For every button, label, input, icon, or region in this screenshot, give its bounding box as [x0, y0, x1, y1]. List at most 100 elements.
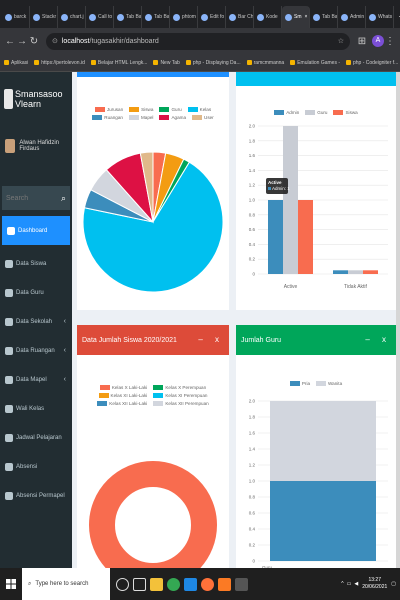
sidebar-item-data-sekolah[interactable]: Data Sekolah ‹ [0, 307, 72, 336]
legend-item[interactable]: Siswa [129, 107, 153, 112]
bookmark-item[interactable]: Aplikasi [4, 60, 28, 66]
guru-box-header: Jumlah Guru – x [236, 325, 396, 355]
taskbar-search[interactable]: ⌕ Type here to search [22, 568, 110, 600]
legend-item[interactable]: Kelas X Perempuan [153, 385, 206, 390]
browser-tab[interactable]: Tab Baru [310, 6, 338, 28]
vscode-icon[interactable] [184, 577, 197, 591]
y-tick-label: 1.4 [249, 168, 256, 173]
taskbar-search-input[interactable]: Type here to search [35, 581, 88, 587]
legend-item[interactable]: Pria [289, 381, 310, 386]
legend-item[interactable]: Admin [274, 110, 299, 115]
bar-guru-active[interactable] [283, 126, 298, 274]
legend-item[interactable]: Siswa [333, 110, 358, 115]
bar-wanita[interactable] [270, 401, 376, 481]
profile-avatar[interactable]: A [372, 35, 384, 47]
legend-item[interactable]: Kelas XII Laki-Laki [97, 401, 147, 406]
bar-guru-tidak-aktif[interactable] [348, 270, 363, 274]
chart-tooltip: ActiveAdmin: 1 [266, 178, 290, 194]
task-view-icon[interactable] [133, 577, 146, 591]
scrollbar[interactable] [396, 72, 400, 568]
sidebar-item-dashboard[interactable]: Dashboard [2, 216, 70, 245]
brand[interactable]: Smansasoo Vlearn [0, 72, 72, 126]
sidebar-item-absensi-permapel[interactable]: Absensi Permapel [0, 481, 72, 510]
sidebar-item-label: Absensi [16, 463, 38, 470]
windows-start-icon[interactable] [0, 568, 22, 600]
sidebar-item-data-mapel[interactable]: Data Mapel ‹ [0, 365, 72, 394]
browser-tab[interactable]: Tab Baru [142, 6, 170, 28]
sidebar-item-jadwal-pelajaran[interactable]: Jadwal Pelajaran [0, 423, 72, 452]
browser-tab[interactable]: Stackr [30, 6, 58, 28]
bar-admin-tidak-aktif[interactable] [333, 270, 348, 274]
app-icon[interactable] [235, 577, 248, 591]
legend-item[interactable]: Kelas XI Perempuan [153, 393, 207, 398]
firefox-icon[interactable] [201, 577, 214, 591]
legend-item[interactable]: Mapel [128, 115, 153, 120]
file-explorer-icon[interactable] [150, 577, 163, 591]
bookmark-item[interactable]: Belajar HTML Lengk... [90, 60, 147, 66]
legend-item[interactable]: Guru [305, 110, 327, 115]
browser-tab[interactable]: Sm × [282, 6, 310, 28]
legend-item[interactable]: Agama [159, 115, 186, 120]
legend-item[interactable]: Wanita [316, 381, 342, 386]
new-tab-icon[interactable]: + [394, 6, 400, 28]
extensions-icon[interactable]: ⊞ [356, 36, 368, 47]
donut-slice[interactable] [89, 461, 217, 568]
y-tick-label: 0.2 [249, 257, 256, 262]
browser-tab[interactable]: Admin [338, 6, 366, 28]
chrome-icon[interactable] [167, 577, 180, 591]
bar-siswa-active[interactable] [298, 200, 313, 274]
xampp-icon[interactable] [218, 577, 231, 591]
menu-kebab-icon[interactable]: ⋮ [384, 36, 396, 47]
bookmark-item[interactable]: php - Codeigniter f... [346, 60, 398, 66]
legend-item[interactable]: Kelas X Laki-Laki [99, 385, 147, 390]
browser-tab[interactable]: Whats [366, 6, 394, 28]
box-tools[interactable]: – x [365, 335, 391, 344]
address-bar[interactable]: ⊙ localhost /tugasakhir/dashboard ☆ [46, 32, 350, 50]
browser-tab[interactable]: Kode [254, 6, 282, 28]
bar-admin-active[interactable] [268, 200, 283, 274]
network-icon[interactable]: ▭ [347, 581, 352, 587]
tab-close-icon[interactable]: × [305, 14, 308, 20]
pie-legend: Jurusan Siswa Guru Kelas Ruangan Mapel Agama Us… [77, 107, 229, 120]
legend-item[interactable]: Ruangan [92, 115, 123, 120]
bar-siswa-tidak-aktif[interactable] [363, 270, 378, 274]
sidebar-search-input[interactable]: Search [6, 195, 28, 202]
browser-tab[interactable]: phtom [170, 6, 198, 28]
legend-item[interactable]: Kelas XI Laki-Laki [98, 393, 147, 398]
sidebar-item-wali-kelas[interactable]: Wali Kelas [0, 394, 72, 423]
legend-item[interactable]: Kelas [187, 107, 211, 112]
browser-tab[interactable]: chart.j [58, 6, 86, 28]
sidebar-item-data-siswa[interactable]: Data Siswa [0, 249, 72, 278]
notification-icon[interactable]: ▢ [391, 581, 396, 587]
bookmark-item[interactable]: php - Displaying Da... [185, 60, 241, 66]
bookmark-item[interactable]: New Tab [153, 60, 180, 66]
clock[interactable]: 13:27 20/06/2021 [362, 577, 387, 591]
volume-icon[interactable]: ◀ [354, 581, 358, 587]
legend-item[interactable]: Kelas XII Perempuan [153, 401, 209, 406]
browser-tab[interactable]: Edit fo [198, 6, 226, 28]
sidebar-search[interactable]: Search ⌕ [2, 186, 70, 210]
bar-pria[interactable] [270, 481, 376, 561]
cortana-icon[interactable] [116, 577, 129, 591]
reload-icon[interactable]: ↻ [28, 36, 40, 47]
legend-label: Kelas XII Perempuan [165, 401, 209, 406]
bookmark-item[interactable]: ramcmmanna [246, 60, 284, 66]
bookmark-star-icon[interactable]: ☆ [338, 37, 344, 45]
forward-icon[interactable]: → [16, 36, 28, 47]
search-icon[interactable]: ⌕ [61, 193, 66, 204]
sidebar-item-data-guru[interactable]: Data Guru [0, 278, 72, 307]
legend-item[interactable]: User [192, 115, 214, 120]
bookmark-item[interactable]: https://pertolevon.id [34, 60, 85, 66]
back-icon[interactable]: ← [4, 36, 16, 47]
box-tools[interactable]: – x [198, 335, 224, 344]
tray-up-icon[interactable]: ^ [341, 581, 343, 587]
legend-item[interactable]: Jurusan [94, 107, 123, 112]
browser-tab[interactable]: Call to [86, 6, 114, 28]
legend-item[interactable]: Guru [159, 107, 182, 112]
sidebar-item-data-ruangan[interactable]: Data Ruangan ‹ [0, 336, 72, 365]
sidebar-item-absensi[interactable]: Absensi [0, 452, 72, 481]
browser-tab[interactable]: Bar Ch [226, 6, 254, 28]
bookmark-item[interactable]: Emulation Games - [290, 60, 340, 66]
browser-tab[interactable]: barck [2, 6, 30, 28]
browser-tab[interactable]: Tab Baru [114, 6, 142, 28]
